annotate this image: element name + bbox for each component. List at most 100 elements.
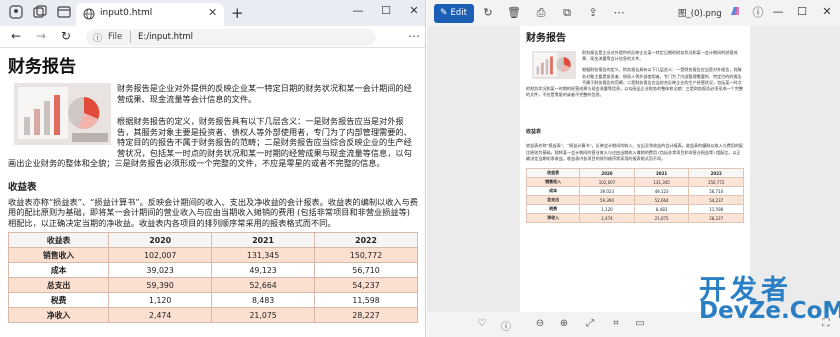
file-info-icon[interactable]: ⓘ: [499, 318, 513, 333]
forward-button[interactable]: →: [33, 29, 49, 43]
table-cell: 150,772: [314, 247, 418, 263]
table-cell: 8,483: [211, 292, 316, 308]
table-header: 收益表: [7, 232, 110, 248]
table-header: 收益表: [525, 168, 581, 179]
browser-window: input0.html ✕ + — ☐ ✕ ← → ↻ ⓘ File E:/in…: [0, 0, 426, 337]
table-cell: 59,390: [108, 277, 213, 293]
refresh-button[interactable]: ↻: [58, 29, 74, 43]
table-cell: 59,390: [579, 195, 635, 206]
row-label: 税费: [7, 292, 110, 308]
finance-chart-image: [14, 83, 111, 145]
table-header-row: 收益表 2020 2021 2022: [7, 232, 418, 248]
table-cell: 54,237: [314, 277, 418, 293]
copy-icon[interactable]: ⧉: [559, 5, 575, 21]
minimize-button[interactable]: —: [770, 5, 786, 18]
table-cell: 11,598: [314, 292, 418, 308]
photos-toolbar: ✎ Edit ↻ 🗑 ⎙ ⧉ ⇪ ⋯ 图_(0).png ⓘ — ☐ ✕: [427, 0, 840, 26]
table-cell: 52,664: [633, 195, 690, 206]
info-icon[interactable]: ⓘ: [750, 5, 766, 21]
table-cell: 131,345: [211, 247, 316, 263]
tab-close-button[interactable]: ✕: [208, 6, 217, 19]
table-row: 销售收入 102,007 131,345 150,772: [525, 177, 744, 188]
table-cell: 131,345: [633, 177, 690, 188]
table-header: 2021: [211, 232, 316, 248]
new-tab-button[interactable]: +: [231, 4, 244, 22]
table-cell: 49,123: [211, 262, 316, 278]
close-window-button[interactable]: ✕: [819, 5, 835, 18]
tab-actions-icon[interactable]: [56, 5, 72, 21]
scan-text-icon[interactable]: ⌗: [609, 318, 623, 329]
rotate-icon[interactable]: ↻: [480, 5, 496, 21]
back-button[interactable]: ←: [8, 29, 24, 43]
table-row: 净收入 2,474 21,075 28,227: [7, 307, 418, 323]
row-label: 成本: [525, 186, 581, 197]
table-cell: 1,120: [579, 204, 635, 215]
edit-button[interactable]: ✎ Edit: [434, 4, 474, 23]
print-icon[interactable]: ⎙: [533, 5, 549, 21]
minimize-button[interactable]: —: [349, 4, 367, 17]
table-row: 成本 39,023 49,123 56,710: [7, 262, 418, 278]
share-icon[interactable]: ⇪: [585, 5, 601, 21]
row-label: 成本: [7, 262, 110, 278]
tab-input0[interactable]: input0.html ✕: [76, 3, 224, 26]
table-cell: 52,664: [211, 277, 316, 293]
section-title-income-statement: 收益表: [8, 181, 37, 193]
more-options-icon[interactable]: ⋯: [408, 29, 420, 43]
edit-label: Edit: [450, 8, 468, 18]
web-page-content: 财务报告 财务报告是企业对外提供的反映企业某一特定日期的财务状况和某一会计期间的…: [0, 48, 425, 337]
income-table: 收益表 2020 2021 2022 销售收入 102,007 131,345 …: [7, 232, 418, 323]
row-label: 净收入: [525, 213, 581, 224]
table-cell: 1,120: [108, 292, 213, 308]
more-options-icon[interactable]: ⋯: [611, 5, 627, 21]
address-bar-row: ← → ↻ ⓘ File E:/input.html ⋯: [0, 26, 425, 48]
file-name: 图_(0).png: [678, 9, 722, 19]
watermark-en: DevZe.CoM: [699, 298, 840, 324]
table-cell: 56,710: [314, 262, 418, 278]
table-header: 2021: [633, 168, 690, 179]
table-cell: 28,227: [688, 213, 744, 224]
close-window-button[interactable]: ✕: [405, 4, 423, 17]
url-scheme-label: File: [108, 32, 123, 42]
row-label: 销售收入: [7, 247, 110, 263]
maximize-button[interactable]: ☐: [794, 5, 810, 18]
url-text[interactable]: E:/input.html: [138, 32, 193, 42]
table-row: 总支出 59,390 52,664 54,237: [525, 195, 744, 206]
info-icon[interactable]: ⓘ: [93, 31, 102, 44]
doc-title: 财务报告: [526, 33, 566, 44]
maximize-button[interactable]: ☐: [377, 4, 395, 17]
table-row: 税费 1,120 8,483 11,598: [525, 204, 744, 215]
table-header: 2020: [108, 232, 213, 248]
filmstrip-icon[interactable]: ▭: [633, 318, 647, 329]
table-cell: 11,598: [688, 204, 744, 215]
table-header: 2022: [314, 232, 418, 248]
row-label: 总支出: [525, 195, 581, 206]
copilot-icon[interactable]: [727, 5, 743, 21]
table-cell: 2,474: [108, 307, 213, 323]
table-cell: 21,075: [633, 213, 690, 224]
edit-pen-icon: ✎: [440, 8, 448, 18]
table-cell: 56,710: [688, 186, 744, 197]
table-cell: 102,007: [108, 247, 213, 263]
doc-finance-chart-image: [532, 50, 576, 80]
table-cell: 102,007: [579, 177, 635, 188]
table-cell: 28,227: [314, 307, 418, 323]
zoom-in-icon[interactable]: ⊕: [557, 318, 571, 329]
doc-section-title: 收益表: [526, 129, 542, 136]
fit-icon[interactable]: ⤢: [583, 318, 597, 329]
zoom-out-icon[interactable]: ⊖: [533, 318, 547, 329]
favorite-icon[interactable]: ♡: [475, 318, 489, 329]
table-row: 税费 1,120 8,483 11,598: [7, 292, 418, 308]
profile-icon[interactable]: [8, 5, 24, 21]
table-cell: 21,075: [211, 307, 316, 323]
table-cell: 2,474: [579, 213, 635, 224]
doc-income-paragraph: 收益表亦称“损益表”、“损益计算书”。反映会计期间的收入、支出及净收益的会计报表…: [526, 143, 744, 161]
table-cell: 39,023: [108, 262, 213, 278]
table-cell: 150,772: [688, 177, 744, 188]
url-divider: [130, 31, 131, 43]
delete-icon[interactable]: 🗑: [506, 5, 522, 21]
table-header-row: 收益表 2020 2021 2022: [525, 168, 744, 179]
workspaces-icon[interactable]: [32, 5, 48, 21]
globe-icon: [83, 8, 95, 20]
table-row: 成本 39,023 49,123 56,710: [525, 186, 744, 197]
address-bar[interactable]: ⓘ File E:/input.html: [86, 29, 376, 46]
